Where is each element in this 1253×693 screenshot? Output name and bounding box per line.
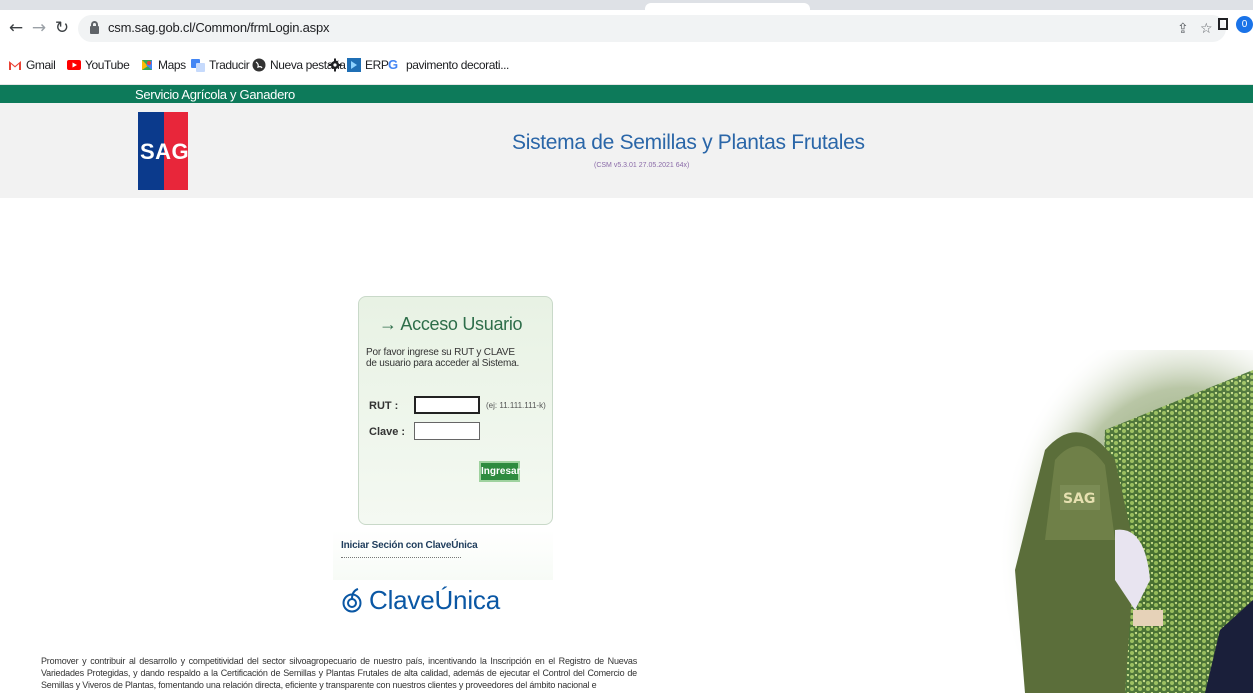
- browser-toolbar: ← → ↻ csm.sag.gob.cl/Common/frmLogin.asp…: [0, 10, 1253, 47]
- translate-icon: [191, 58, 205, 72]
- claveunica-login-link[interactable]: Iniciar Seción con ClaveÚnica: [341, 540, 478, 551]
- bookmark-erp[interactable]: ERP: [347, 56, 389, 74]
- rut-input[interactable]: [414, 396, 480, 414]
- gmail-icon: [8, 58, 22, 72]
- lock-icon[interactable]: [90, 21, 99, 34]
- clave-label: Clave :: [369, 426, 406, 438]
- claveunica-symbol-icon: [342, 588, 362, 613]
- system-version: (CSM v5.3.01 27.05.2021 64x): [594, 162, 690, 169]
- rut-label: RUT :: [369, 400, 399, 412]
- address-bar[interactable]: csm.sag.gob.cl/Common/frmLogin.aspx ⇪ ☆: [78, 15, 1226, 42]
- nursery-photo: SAG: [985, 350, 1253, 693]
- url-text[interactable]: csm.sag.gob.cl/Common/frmLogin.aspx: [108, 20, 330, 35]
- system-title: Sistema de Semillas y Plantas Frutales: [512, 131, 865, 154]
- youtube-icon: [67, 58, 81, 72]
- tab-strip: [0, 0, 1253, 10]
- maps-icon: [140, 58, 154, 72]
- login-title: → Acceso Usuario: [379, 314, 523, 334]
- svg-text:SAG: SAG: [1063, 491, 1095, 507]
- login-instructions: Por favor ingrese su RUT y CLAVE de usua…: [366, 347, 520, 369]
- claveunica-link-underline: [341, 557, 461, 558]
- active-tab[interactable]: [645, 3, 810, 10]
- bookmark-gmail[interactable]: Gmail: [8, 56, 56, 74]
- claveunica-logo[interactable]: ClaveÚnica: [341, 584, 500, 616]
- erp-icon: [347, 58, 361, 72]
- claveunica-word-clave: Clave: [369, 584, 435, 615]
- side-panel-icon[interactable]: [1218, 18, 1228, 30]
- google-g-icon: G: [388, 57, 398, 72]
- bookmarks-bar: Gmail YouTube Maps Traducir Nueva pestañ…: [0, 47, 1253, 85]
- ingresar-button[interactable]: Ingresar: [479, 461, 520, 482]
- globe-icon: [252, 58, 266, 72]
- mission-text: Promover y contribuir al desarrollo y co…: [41, 656, 637, 690]
- bookmark-pavimento[interactable]: G pavimento decorati...: [388, 56, 509, 74]
- bookmark-maps[interactable]: Maps: [140, 56, 186, 74]
- sag-logo: SAG: [138, 112, 189, 190]
- gear-icon: [328, 58, 342, 72]
- claveunica-word-unica: Única: [434, 584, 500, 615]
- rut-hint: (ej: 11.111.111-k): [486, 401, 546, 410]
- org-header-bar: Servicio Agrícola y Ganadero: [0, 85, 1253, 103]
- forward-arrow-icon[interactable]: →: [29, 18, 49, 38]
- share-icon[interactable]: ⇪: [1177, 21, 1189, 37]
- bookmark-star-icon[interactable]: ☆: [1200, 21, 1213, 37]
- org-name: Servicio Agrícola y Ganadero: [135, 87, 295, 102]
- bookmark-gear[interactable]: [328, 56, 346, 74]
- clave-input[interactable]: [414, 422, 480, 440]
- bookmark-youtube[interactable]: YouTube: [67, 56, 130, 74]
- profile-avatar[interactable]: 0: [1236, 16, 1253, 33]
- reload-icon[interactable]: ↻: [52, 18, 72, 38]
- claveunica-section: [333, 530, 553, 580]
- bookmark-traducir[interactable]: Traducir: [191, 56, 250, 74]
- back-arrow-icon[interactable]: ←: [6, 18, 26, 38]
